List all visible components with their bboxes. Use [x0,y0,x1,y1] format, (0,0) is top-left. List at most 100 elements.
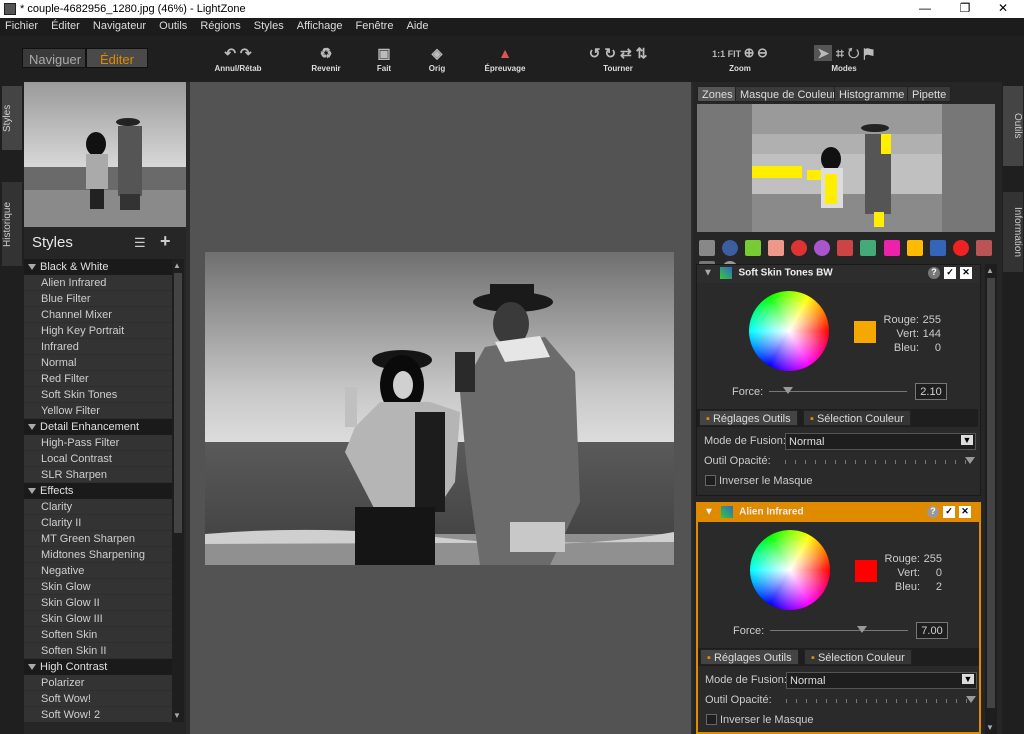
menu-outils[interactable]: Outils [154,18,192,32]
mode-icons[interactable]: ➤ ⌗ ↻ ⚑ [802,42,886,64]
style-item[interactable]: High-Pass Filter [24,435,172,451]
menu-fichier[interactable]: Fichier [0,18,43,32]
color-wheel[interactable] [750,530,830,610]
color-balance-icon[interactable] [791,240,808,256]
style-item[interactable]: Clarity II [24,515,172,531]
browse-mode-button[interactable]: Naviguer [22,48,86,68]
zoom-icons[interactable]: 1:1 FIT ⊕ ⊖ [700,42,780,64]
style-item[interactable]: Soft Wow! 2 [24,707,172,722]
scroll-down-icon[interactable]: ▼ [986,723,994,732]
force-value[interactable]: 7.00 [916,622,948,639]
noise-icon[interactable] [768,240,785,256]
fusion-select[interactable]: Normal ▼ [785,433,976,450]
style-group-header[interactable]: Detail Enhancement [24,419,172,435]
force-value[interactable]: 2.10 [915,383,947,400]
opacity-slider[interactable] [785,457,975,464]
relight-icon[interactable] [883,240,900,256]
tab-zones[interactable]: Zones [697,86,738,102]
invert-mask-checkbox[interactable] [706,714,717,725]
style-item[interactable]: Alien Infrared [24,275,172,291]
revert-button[interactable]: ♻ Revenir [306,42,346,73]
tab-historique[interactable]: Historique [2,182,22,266]
help-icon[interactable]: ? [927,506,939,518]
rotate-tool-icon[interactable]: ↻ [848,45,860,61]
scroll-up-icon[interactable]: ▲ [986,266,994,275]
style-item[interactable]: Yellow Filter [24,403,172,419]
target-icon[interactable] [952,240,969,256]
style-item[interactable]: Blue Filter [24,291,172,307]
tab-reglages-outils[interactable]: ▪ Réglages Outils [699,410,798,426]
opacity-slider[interactable] [786,696,976,703]
style-item[interactable]: High Key Portrait [24,323,172,339]
style-item[interactable]: Clarity [24,499,172,515]
menu-editer[interactable]: Éditer [46,18,85,32]
style-item[interactable]: SLR Sharpen [24,467,172,483]
remove-tool-icon[interactable]: ✕ [959,506,971,518]
tab-pipette[interactable]: Pipette [907,86,952,102]
clone-icon[interactable] [906,240,923,256]
tab-styles[interactable]: Styles [2,86,22,150]
undo-redo-button[interactable]: ↶ ↷ Annul/Rétab [210,42,266,73]
region-icon[interactable]: ⚑ [863,45,873,61]
crop-icon[interactable]: ⌗ [836,45,844,61]
tab-histogramme[interactable]: Histogramme [834,86,910,102]
opacity-knob[interactable] [965,457,975,464]
collapse-icon[interactable]: ▼ [703,268,713,279]
edit-mode-button[interactable]: Éditer [86,48,148,68]
zoom-in-icon[interactable]: ⊕ [744,45,755,60]
style-item[interactable]: Red Filter [24,371,172,387]
orig-button[interactable]: ◈ Orig [422,42,452,73]
scroll-down-icon[interactable]: ▼ [173,711,181,720]
style-group-header[interactable]: High Contrast [24,659,172,675]
tab-masque-couleur[interactable]: Masque de Couleur [735,86,842,102]
styles-scrollbar[interactable]: ▲ ▼ [172,259,184,722]
style-item[interactable]: Normal [24,355,172,371]
enable-checkbox[interactable]: ✓ [943,506,955,518]
tool-header[interactable]: ▼ Alien Infrared ? ✓ ✕ [698,504,979,522]
tab-reglages-outils[interactable]: ▪ Réglages Outils [700,649,799,665]
style-item[interactable]: Negative [24,563,172,579]
collapse-icon[interactable]: ▼ [704,507,714,518]
zoom-fit-button[interactable]: FIT [728,49,742,59]
menu-affichage[interactable]: Affichage [292,18,348,32]
style-group-header[interactable]: Effects [24,483,172,499]
style-item[interactable]: Polarizer [24,675,172,691]
zoom-out-icon[interactable]: ⊖ [757,45,768,60]
add-style-icon[interactable]: + [160,231,171,252]
tab-selection-couleur[interactable]: ▪ Sélection Couleur [804,649,912,665]
help-icon[interactable]: ? [928,267,940,279]
style-item[interactable]: Infrared [24,339,172,355]
close-button[interactable]: ✕ [988,1,1018,15]
style-item[interactable]: Midtones Sharpening [24,547,172,563]
enable-checkbox[interactable]: ✓ [944,267,956,279]
menu-aide[interactable]: Aide [402,18,434,32]
tab-information[interactable]: Information [1003,192,1023,272]
force-slider-knob[interactable] [783,387,794,394]
opacity-knob[interactable] [966,696,976,703]
style-item[interactable]: MT Green Sharpen [24,531,172,547]
image-canvas[interactable] [190,82,691,734]
invert-mask-checkbox[interactable] [705,475,716,486]
style-item[interactable]: Soften Skin II [24,643,172,659]
style-item[interactable]: Skin Glow III [24,611,172,627]
fusion-select[interactable]: Normal ▼ [786,672,977,689]
bw-icon[interactable] [860,240,877,256]
list-view-icon[interactable]: ☰ [134,235,146,251]
style-item[interactable]: Soften Skin [24,627,172,643]
scroll-thumb[interactable] [174,273,182,533]
remove-tool-icon[interactable]: ✕ [960,267,972,279]
restore-button[interactable]: ❐ [950,1,980,15]
zone-mapper-icon[interactable] [699,240,715,256]
style-item[interactable]: Soft Wow! [24,691,172,707]
tab-selection-couleur[interactable]: ▪ Sélection Couleur [803,410,911,426]
minimize-button[interactable]: — [910,1,940,15]
style-item[interactable]: Soft Skin Tones [24,387,172,403]
tab-outils[interactable]: Outils [1003,86,1023,166]
force-slider[interactable] [769,387,907,394]
color-wheel[interactable] [749,291,829,371]
rotate-icons[interactable]: ↺ ↻ ⇄ ⇅ [574,42,662,64]
proof-button[interactable]: ▲ Épreuvage [478,42,532,73]
menu-regions[interactable]: Régions [195,18,245,32]
zoom-11-button[interactable]: 1:1 [712,49,725,59]
tone-curve-icon[interactable] [722,240,739,256]
